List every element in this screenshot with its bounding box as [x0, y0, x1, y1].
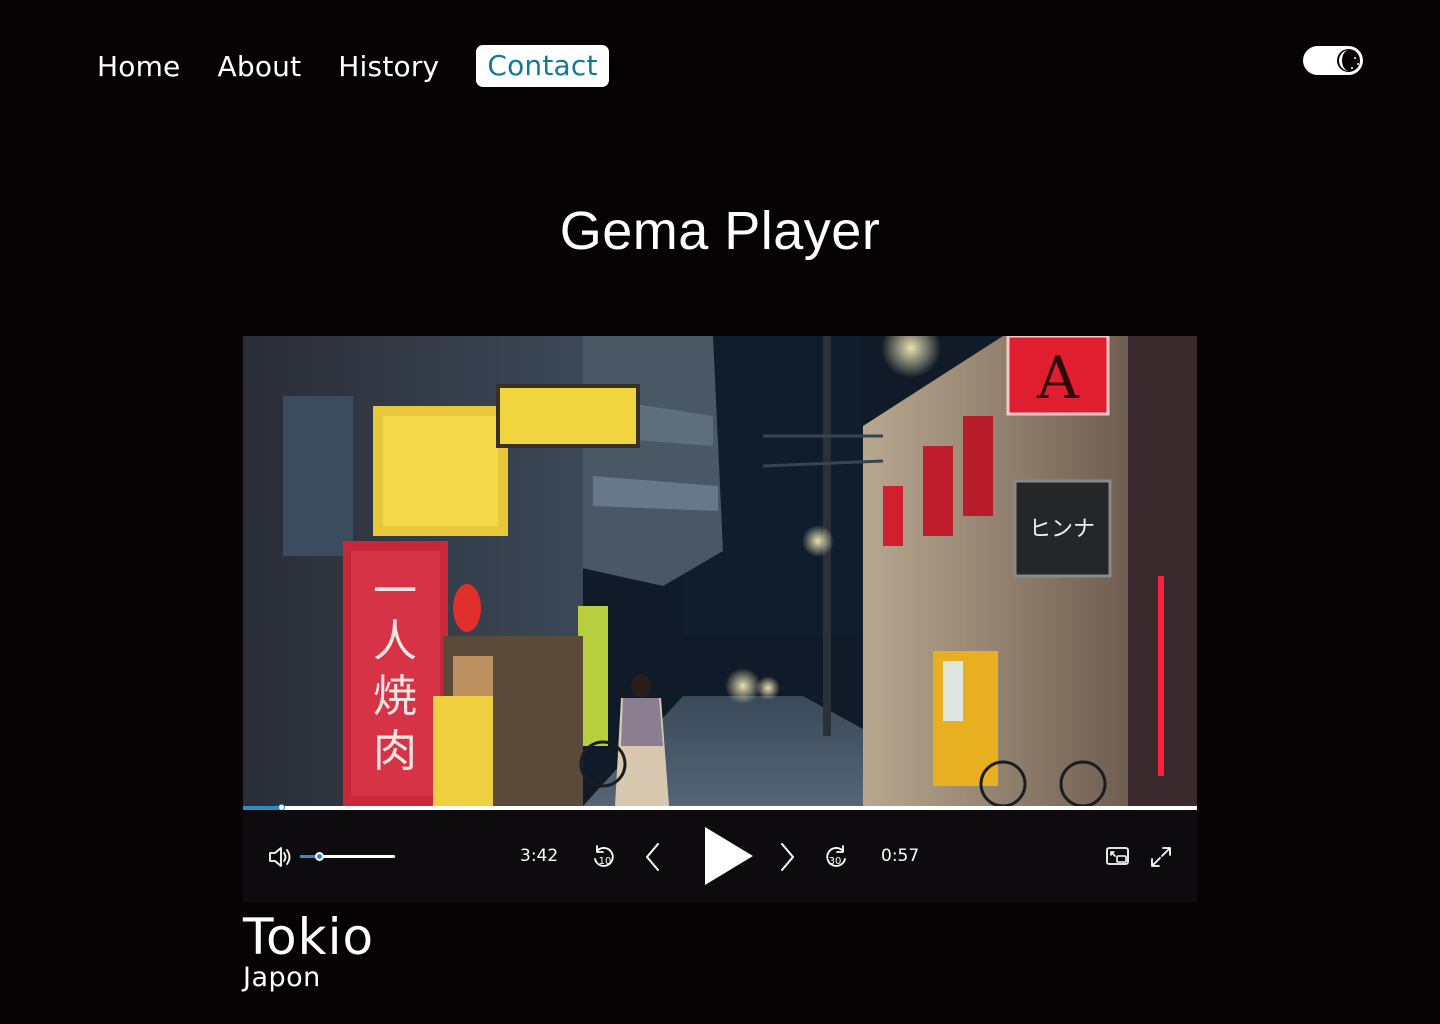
nav-contact[interactable]: Contact: [476, 45, 609, 87]
svg-text:人: 人: [373, 616, 417, 667]
video-player: 一 人 焼 肉 A ヒンナ 3:42 10 30 0:57: [243, 336, 1197, 902]
chevron-right-icon[interactable]: [777, 841, 797, 873]
svg-text:肉: 肉: [373, 726, 417, 777]
theme-toggle[interactable]: [1303, 46, 1363, 75]
svg-text:焼: 焼: [373, 671, 417, 722]
picture-in-picture-icon[interactable]: [1105, 845, 1131, 867]
chevron-left-icon[interactable]: [643, 841, 663, 873]
rewind-10-icon[interactable]: 10: [591, 843, 617, 871]
track-subtitle: Japon: [243, 962, 321, 993]
nav-about[interactable]: About: [218, 50, 302, 83]
svg-text:ヒンナ: ヒンナ: [1029, 517, 1095, 542]
rewind-label: 10: [599, 856, 612, 867]
controls-bar: 3:42 10 30 0:57: [243, 810, 1197, 902]
forward-30-icon[interactable]: 30: [823, 843, 849, 871]
vertical-banner-text: 一: [373, 566, 417, 617]
night-street-tokyo-image: 一 人 焼 肉 A ヒンナ: [243, 336, 1197, 806]
track-title: Tokio: [243, 908, 375, 966]
volume-icon[interactable]: [267, 844, 293, 870]
video-frame[interactable]: 一 人 焼 肉 A ヒンナ: [243, 336, 1197, 806]
nav-home[interactable]: Home: [97, 50, 181, 83]
play-icon[interactable]: [701, 825, 755, 887]
remaining-time: 0:57: [881, 846, 920, 866]
current-time: 3:42: [520, 846, 559, 866]
page-title: Gema Player: [559, 201, 881, 261]
moon-icon: [1335, 47, 1362, 74]
volume-thumb[interactable]: [315, 852, 324, 861]
fullscreen-icon[interactable]: [1149, 845, 1173, 869]
volume-slider[interactable]: [300, 852, 395, 861]
nav-history[interactable]: History: [338, 50, 439, 83]
forward-label: 30: [829, 856, 842, 867]
svg-text:A: A: [1036, 344, 1080, 412]
main-nav: Home About History Contact: [97, 45, 646, 87]
